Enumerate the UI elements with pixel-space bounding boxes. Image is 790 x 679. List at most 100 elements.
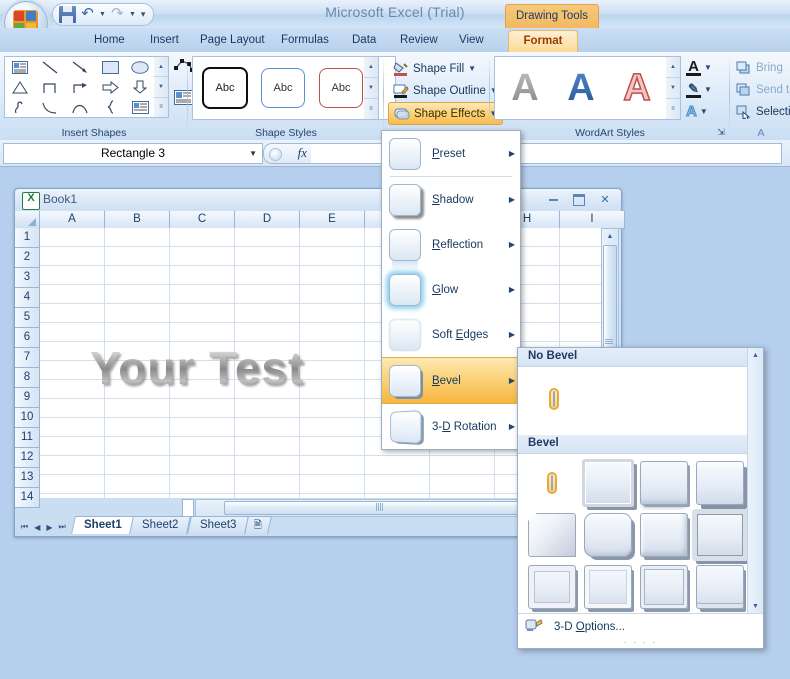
sheet-tab-sheet3[interactable]: Sheet3 (186, 516, 250, 534)
row-header[interactable]: 7 (15, 348, 40, 368)
save-icon[interactable] (59, 6, 76, 23)
shape-elbow-arrow-icon[interactable] (65, 77, 95, 97)
menu-item-preset[interactable]: Preset ▶ (382, 131, 520, 176)
bevel-item-soft-round[interactable] (580, 509, 636, 561)
shape-curve-icon[interactable] (35, 97, 65, 117)
shape-style-thumb-3[interactable]: Abc (314, 64, 368, 112)
styles-gallery-more-icon[interactable]: ≡ (364, 99, 378, 119)
undo-dropdown-icon[interactable]: ▼ (99, 6, 106, 23)
column-header-d[interactable]: D (235, 211, 300, 229)
prev-sheet-icon[interactable]: ◀ (34, 523, 40, 532)
text-fill-button[interactable]: A ▼ (686, 57, 712, 78)
column-header-c[interactable]: C (170, 211, 235, 229)
shape-arc-icon[interactable] (65, 97, 95, 117)
menu-item-bevel[interactable]: Bevel ▶ (382, 357, 520, 404)
row-header[interactable]: 3 (15, 268, 40, 288)
row-header[interactable]: 13 (15, 468, 40, 488)
row-header[interactable]: 1 (15, 228, 40, 248)
tab-home[interactable]: Home (85, 30, 134, 52)
shape-oval-icon[interactable] (125, 57, 155, 77)
customize-qat-icon[interactable]: ▾ (141, 9, 146, 20)
shapes-scroll-down-icon[interactable]: ▼ (154, 77, 168, 98)
row-header[interactable]: 8 (15, 368, 40, 388)
shape-brace-icon[interactable] (95, 97, 125, 117)
shape-down-arrow-icon[interactable] (125, 77, 155, 97)
horizontal-scroll-thumb[interactable] (224, 501, 556, 515)
bevel-item-divot[interactable] (524, 561, 580, 613)
tab-formulas[interactable]: Formulas (272, 30, 338, 52)
tab-view[interactable]: View (450, 30, 493, 52)
shapes-gallery-scrollbar[interactable]: ▲ ▼ ≡ (154, 56, 169, 118)
first-sheet-icon[interactable]: ⏮ (21, 522, 28, 532)
row-header[interactable]: 2 (15, 248, 40, 268)
shape-triangle-icon[interactable] (5, 77, 35, 97)
column-header-e[interactable]: E (300, 211, 365, 229)
row-header[interactable]: 12 (15, 448, 40, 468)
submenu-scroll-up-icon[interactable]: ▲ (748, 348, 763, 362)
bevel-item-art-deco[interactable] (692, 561, 748, 613)
text-fill-dropdown-icon[interactable]: ▼ (704, 63, 712, 72)
bevel-item-riblet[interactable] (580, 561, 636, 613)
formula-bar-expand-icon[interactable] (269, 148, 282, 161)
name-box[interactable]: Rectangle 3 ▼ (3, 143, 263, 164)
menu-item-reflection[interactable]: Reflection ▶ (382, 222, 520, 271)
tab-review[interactable]: Review (391, 30, 447, 52)
shape-fill-button[interactable]: Shape Fill ▼ (388, 58, 481, 79)
shape-line-icon[interactable] (35, 57, 65, 77)
restore-button[interactable] (567, 191, 591, 208)
selection-pane-button[interactable]: Selecti (736, 102, 790, 122)
tab-format[interactable]: Format (508, 30, 578, 53)
shape-style-thumb-2[interactable]: Abc (256, 64, 310, 112)
wordart-thumb-1[interactable]: A (499, 62, 551, 114)
wordart-gallery-scrollbar[interactable]: ▲ ▼ ≡ (666, 56, 681, 120)
minimize-button[interactable] (541, 191, 565, 208)
last-sheet-icon[interactable]: ⏭ (59, 522, 66, 532)
row-header[interactable]: 6 (15, 328, 40, 348)
menu-item-soft-edges[interactable]: Soft Edges ▶ (382, 312, 520, 357)
shape-right-arrow-icon[interactable] (95, 77, 125, 97)
bevel-item-hard-edge[interactable] (636, 561, 692, 613)
sheet-tab-sheet1[interactable]: Sheet1 (70, 516, 135, 534)
bevel-item-circle[interactable] (524, 457, 580, 509)
row-header[interactable]: 11 (15, 428, 40, 448)
bevel-item-slope[interactable] (692, 509, 748, 561)
undo-icon[interactable]: ↶ (79, 6, 96, 23)
no-bevel-item[interactable] (526, 373, 582, 425)
shape-fill-dropdown-icon[interactable]: ▼ (468, 64, 476, 73)
wordart-thumb-3[interactable]: A (611, 62, 663, 114)
redo-dropdown-icon[interactable]: ▼ (129, 6, 136, 23)
row-header[interactable]: 5 (15, 308, 40, 328)
column-header-b[interactable]: B (105, 211, 170, 229)
shape-style-thumb-1[interactable]: Abc (198, 64, 252, 112)
shape-arrow-icon[interactable] (65, 57, 95, 77)
select-all-corner[interactable] (15, 211, 40, 229)
insert-worksheet-button[interactable]: 🗎 (244, 516, 273, 534)
bevel-item-cool-slant[interactable] (692, 457, 748, 509)
wordart-dialog-launcher-icon[interactable]: ⇲ (715, 126, 727, 138)
bevel-submenu-scrollbar[interactable]: ▲ ▼ (747, 348, 763, 613)
bevel-item-angle[interactable] (524, 509, 580, 561)
row-header[interactable]: 14 (15, 488, 40, 508)
shape-outline-button[interactable]: Shape Outline ▼ (388, 80, 503, 101)
shape-rectangle-icon[interactable] (95, 57, 125, 77)
wordart-thumb-2[interactable]: A (555, 62, 607, 114)
wordart-scroll-down-icon[interactable]: ▼ (666, 78, 680, 99)
shape-elbow-connector-icon[interactable] (35, 77, 65, 97)
name-box-dropdown-icon[interactable]: ▼ (249, 144, 257, 163)
bevel-item-convex[interactable] (636, 509, 692, 561)
wordart-gallery-more-icon[interactable]: ≡ (666, 99, 680, 119)
bevel-item-relaxed-inset[interactable] (580, 457, 636, 509)
shape-styles-scrollbar[interactable]: ▲ ▼ ≡ (364, 56, 379, 120)
sheet-tab-sheet2[interactable]: Sheet2 (129, 516, 192, 534)
row-header[interactable]: 10 (15, 408, 40, 428)
shapes-gallery-more-icon[interactable]: ≡ (154, 98, 168, 117)
menu-item-shadow[interactable]: Shadow ▶ (382, 177, 520, 222)
shape-textbox-icon[interactable] (5, 57, 35, 77)
shape-callout-textbox-icon[interactable] (125, 97, 155, 117)
column-header-i[interactable]: I (560, 211, 625, 229)
shape-effects-button[interactable]: Shape Effects ▼ (388, 102, 504, 125)
text-outline-button[interactable]: ✎ ▼ (686, 79, 712, 100)
tab-insert[interactable]: Insert (141, 30, 188, 52)
text-effects-button[interactable]: A ▼ (686, 101, 708, 122)
scroll-up-icon[interactable]: ▲ (602, 229, 618, 244)
